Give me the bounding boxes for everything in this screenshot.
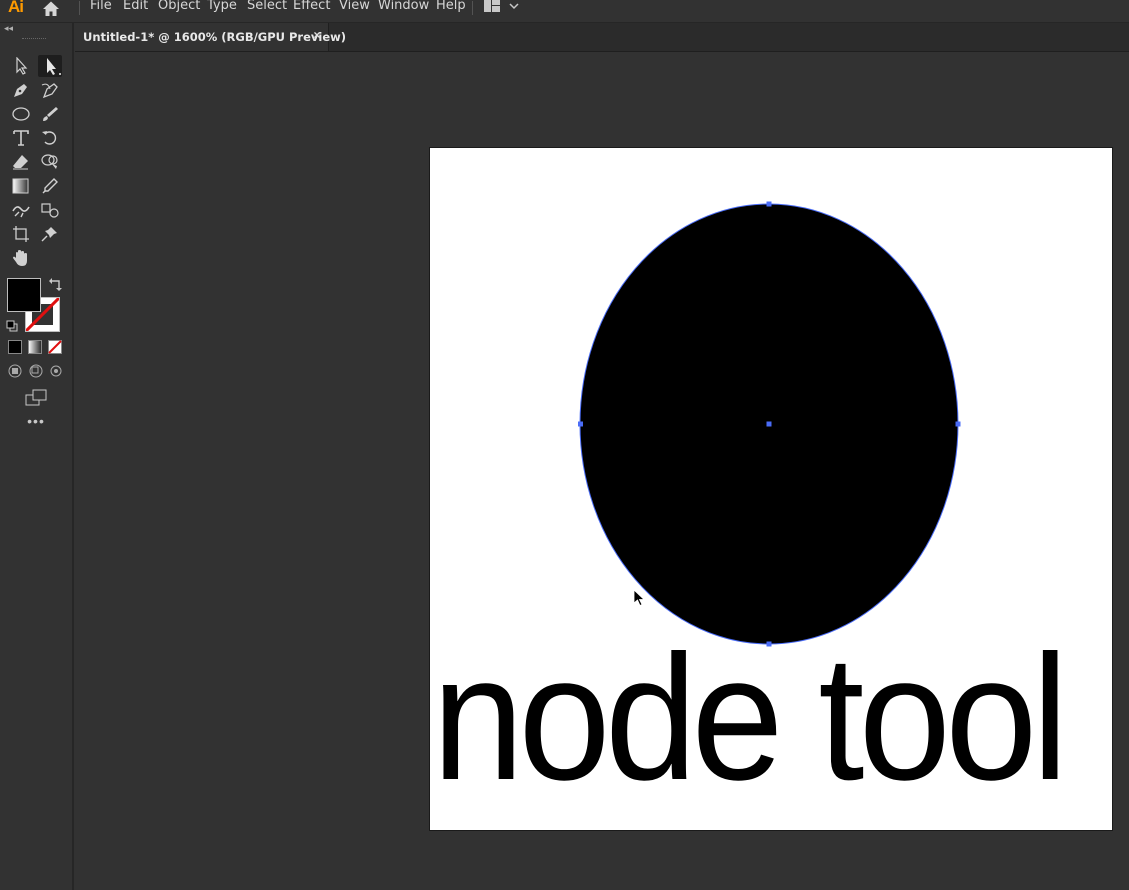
anchor-point-left[interactable] xyxy=(578,421,583,427)
mouse-cursor-icon xyxy=(633,589,647,607)
center-point[interactable] xyxy=(766,421,772,427)
fill-color-swatch[interactable] xyxy=(7,278,41,312)
anchor-point-right[interactable] xyxy=(955,421,961,427)
anchor-point-top[interactable] xyxy=(766,201,772,207)
artwork-text[interactable]: node tool xyxy=(432,629,1074,807)
